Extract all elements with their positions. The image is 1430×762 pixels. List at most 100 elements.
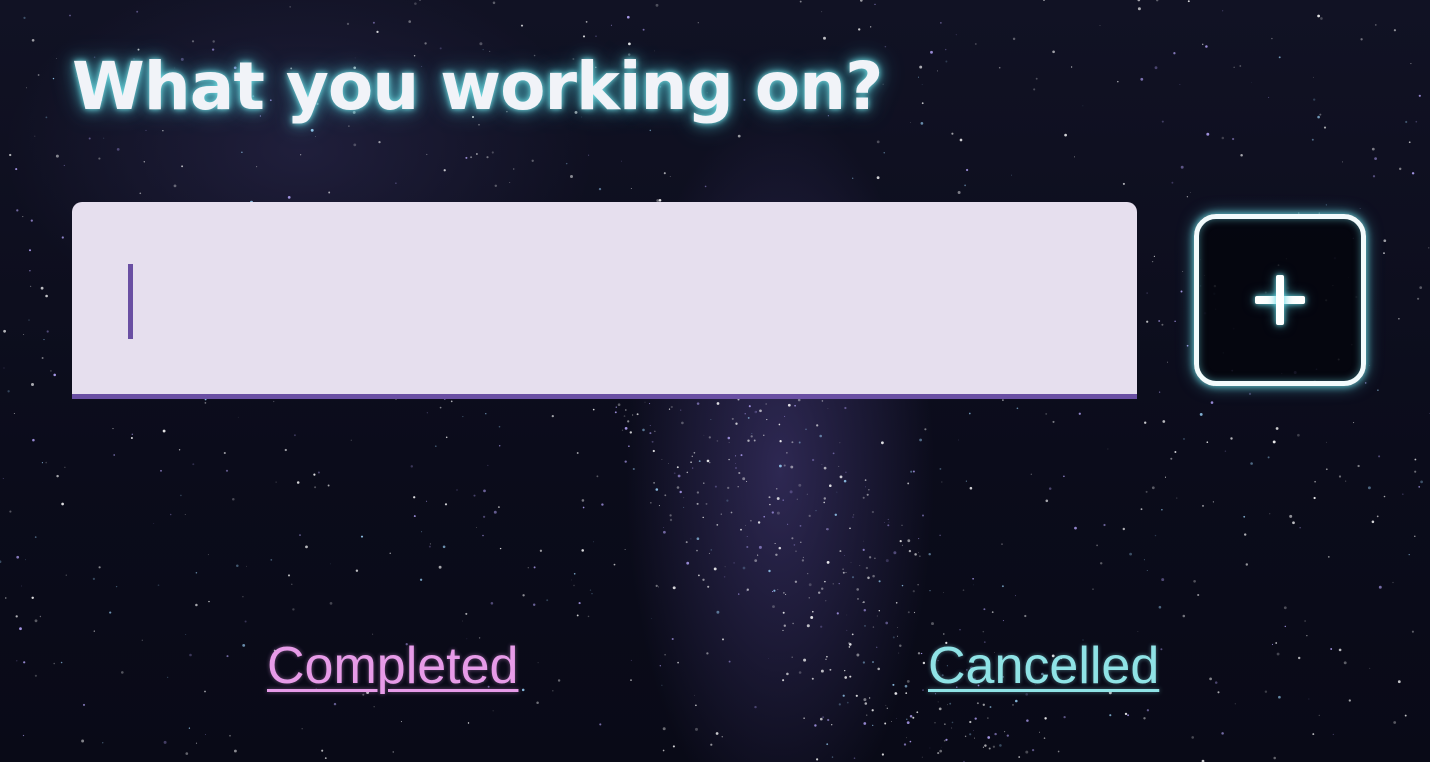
star xyxy=(945,48,947,51)
star xyxy=(1197,593,1200,597)
star xyxy=(5,597,7,599)
star xyxy=(825,600,827,602)
star xyxy=(348,125,350,127)
star xyxy=(1190,192,1191,193)
star xyxy=(55,154,59,158)
star xyxy=(782,679,785,682)
star xyxy=(22,216,24,218)
star xyxy=(720,513,722,515)
star xyxy=(1161,578,1165,582)
star xyxy=(909,714,913,718)
star xyxy=(951,721,954,724)
star xyxy=(642,28,645,31)
star xyxy=(886,707,888,709)
star xyxy=(595,35,597,37)
star xyxy=(28,249,32,252)
star xyxy=(778,423,781,426)
star xyxy=(3,329,6,333)
star xyxy=(13,412,15,414)
star xyxy=(623,415,626,417)
star xyxy=(1099,25,1101,26)
add-task-button[interactable] xyxy=(1194,214,1366,386)
task-input-container[interactable] xyxy=(72,202,1137,399)
star xyxy=(754,410,757,414)
star xyxy=(872,626,875,628)
star xyxy=(786,452,788,454)
star xyxy=(15,168,18,171)
star xyxy=(944,723,946,725)
star xyxy=(143,161,145,163)
star xyxy=(865,486,866,488)
star xyxy=(37,74,40,76)
star xyxy=(939,534,941,537)
star xyxy=(871,709,874,712)
star xyxy=(163,740,167,744)
star xyxy=(1250,462,1253,465)
star xyxy=(15,615,18,618)
star xyxy=(685,541,688,544)
star xyxy=(709,462,711,464)
star xyxy=(811,677,814,680)
star xyxy=(713,567,717,571)
star xyxy=(913,611,916,614)
star xyxy=(1074,156,1075,158)
star xyxy=(1357,464,1360,468)
star xyxy=(917,552,919,553)
star xyxy=(876,140,880,144)
star xyxy=(856,588,860,591)
star xyxy=(1243,515,1246,518)
star xyxy=(581,549,584,552)
completed-link[interactable]: Completed xyxy=(267,636,518,696)
star xyxy=(922,661,926,665)
star xyxy=(1239,65,1242,67)
star xyxy=(592,408,595,411)
star xyxy=(1057,750,1060,753)
star xyxy=(910,470,913,473)
star xyxy=(392,751,394,753)
star xyxy=(683,506,685,508)
task-input[interactable] xyxy=(128,262,1088,312)
star xyxy=(839,550,842,553)
star xyxy=(1383,239,1387,243)
star xyxy=(1043,737,1046,739)
star xyxy=(907,482,910,485)
star xyxy=(1419,286,1423,289)
star xyxy=(984,744,987,747)
star xyxy=(139,192,142,195)
star xyxy=(664,653,666,656)
star xyxy=(982,746,984,748)
star xyxy=(753,439,756,442)
star xyxy=(539,549,543,552)
star xyxy=(1052,420,1055,423)
star xyxy=(195,571,198,574)
star xyxy=(852,516,854,518)
star xyxy=(862,496,865,499)
star xyxy=(898,652,900,654)
star xyxy=(34,135,36,137)
star xyxy=(1182,271,1184,273)
star xyxy=(1411,630,1414,633)
star xyxy=(943,739,946,742)
star xyxy=(667,463,669,464)
star xyxy=(465,612,468,615)
star xyxy=(1318,714,1320,717)
star xyxy=(989,706,992,708)
star xyxy=(690,461,692,464)
star xyxy=(850,562,852,563)
star xyxy=(395,182,397,184)
star xyxy=(1224,450,1227,452)
star xyxy=(256,166,258,168)
star xyxy=(1272,440,1276,444)
star xyxy=(372,21,375,24)
star xyxy=(1402,493,1404,495)
star xyxy=(376,30,379,34)
star xyxy=(413,515,416,518)
star xyxy=(930,50,933,54)
star xyxy=(768,658,769,659)
cancelled-link[interactable]: Cancelled xyxy=(928,636,1159,696)
star xyxy=(710,549,713,551)
star xyxy=(1410,63,1412,65)
star xyxy=(740,528,742,531)
star xyxy=(25,87,27,89)
star xyxy=(1043,0,1045,2)
